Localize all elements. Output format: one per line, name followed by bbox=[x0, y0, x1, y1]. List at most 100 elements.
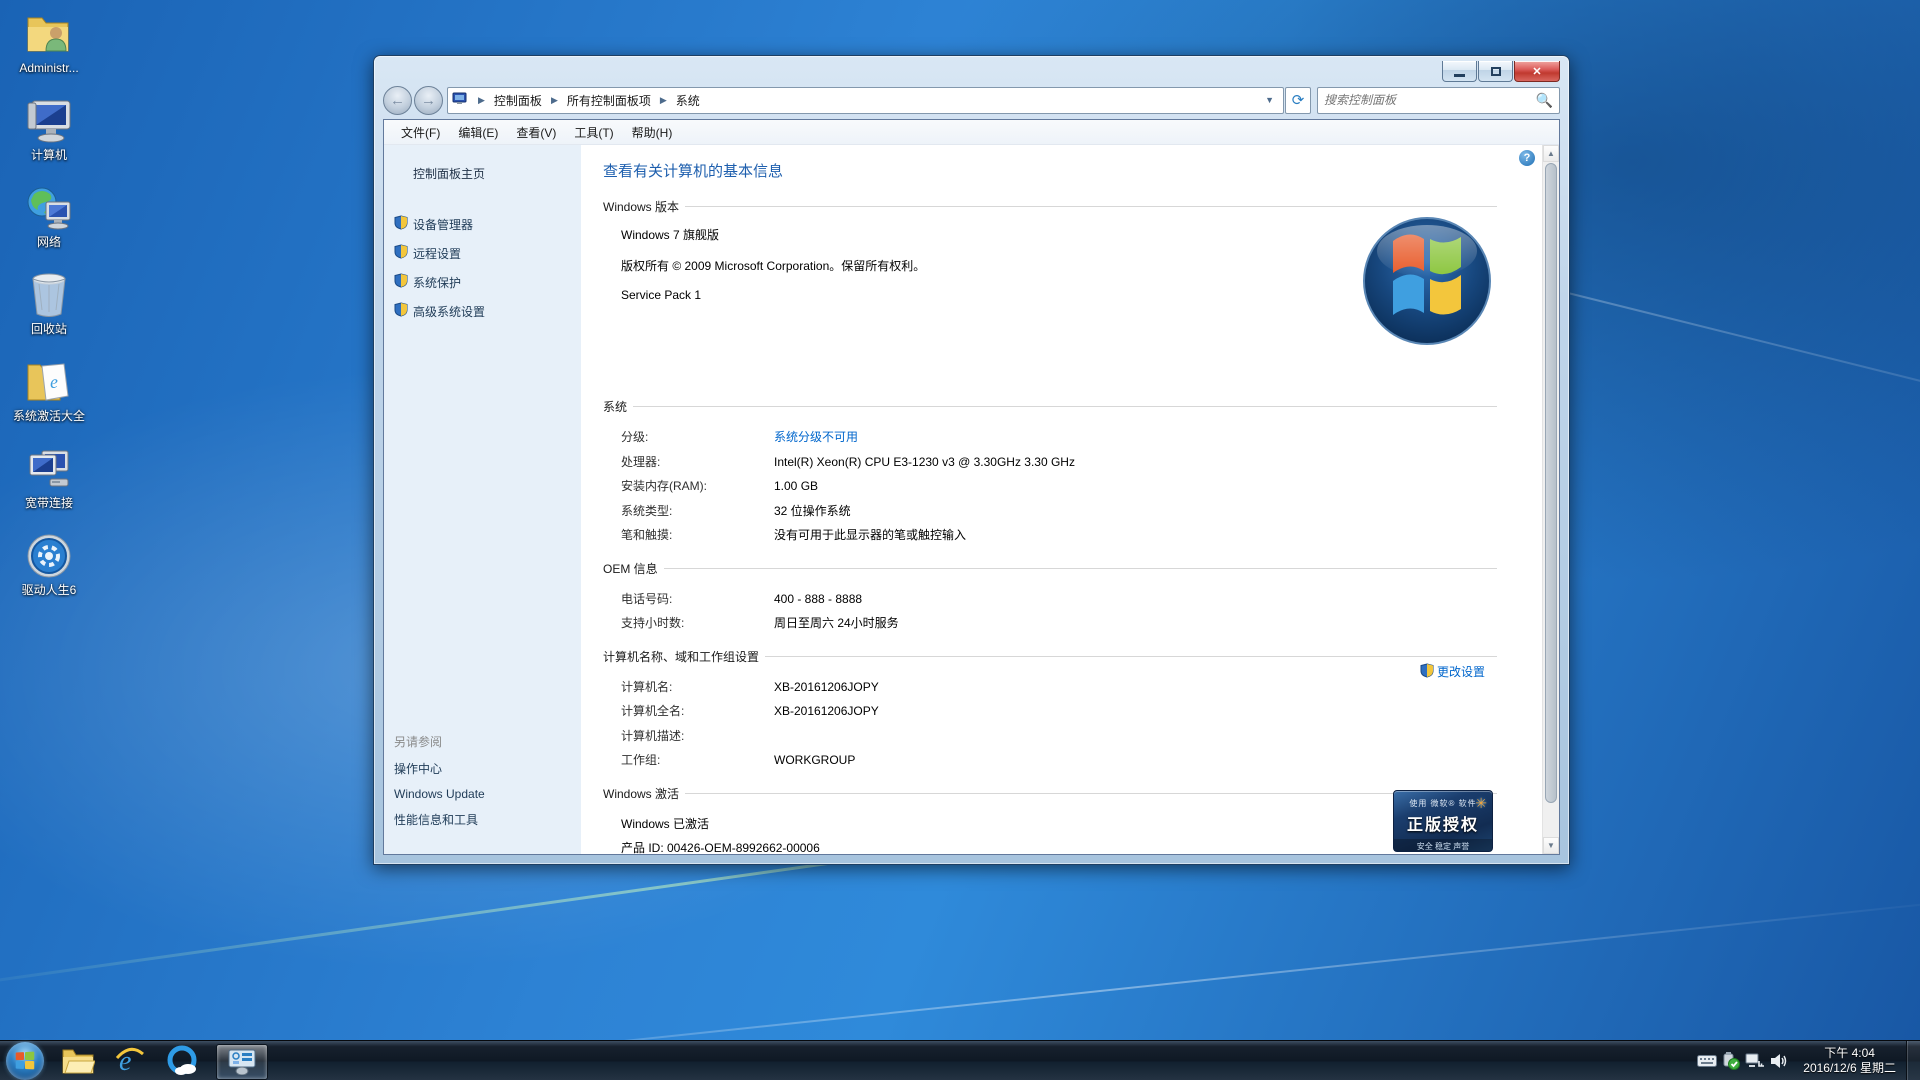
menu-edit[interactable]: 编辑(E) bbox=[449, 121, 507, 144]
desktop-icon-label: 计算机 bbox=[10, 148, 88, 162]
refresh-button[interactable]: ⟳ bbox=[1285, 87, 1311, 114]
taskbar: e 下午 4:04 2016/12/6 星 bbox=[0, 1040, 1920, 1080]
main-content: ? 查看有关计算机的基本信息 Windows 版本 Windows 7 旗舰版 … bbox=[581, 145, 1559, 854]
volume-icon[interactable] bbox=[1767, 1041, 1791, 1080]
address-bar[interactable]: ▶ 控制面板 ▶ 所有控制面板项 ▶ 系统 ▼ bbox=[447, 87, 1284, 114]
recycle-bin-icon bbox=[25, 271, 73, 319]
taskbar-explorer-button[interactable] bbox=[58, 1041, 98, 1080]
section-oem: OEM 信息 bbox=[603, 560, 1497, 577]
desktop-icon-administrator[interactable]: Administr... bbox=[10, 10, 88, 75]
sidebar-item-label: 高级系统设置 bbox=[413, 303, 485, 320]
breadcrumb-separator: ▶ bbox=[551, 95, 558, 106]
internet-explorer-icon: e bbox=[114, 1045, 146, 1077]
product-id: 产品 ID: 00426-OEM-8992662-00006 bbox=[621, 836, 1497, 854]
section-activation: Windows 激活 bbox=[603, 785, 1497, 802]
activation-status: Windows 已激活 bbox=[621, 812, 1497, 837]
desktop-icon-computer[interactable]: 计算机 bbox=[10, 97, 88, 162]
search-icon[interactable]: 🔍 bbox=[1536, 92, 1553, 109]
section-windows-version: Windows 版本 bbox=[603, 198, 1497, 215]
taskbar-clock[interactable]: 下午 4:04 2016/12/6 星期二 bbox=[1791, 1046, 1906, 1076]
info-row-system-type: 系统类型: 32 位操作系统 bbox=[621, 499, 1497, 524]
info-row-full-name: 计算机全名: XB-20161206JOPY bbox=[621, 699, 1497, 724]
desktop-icon-recycle-bin[interactable]: 回收站 bbox=[10, 271, 88, 336]
search-input[interactable] bbox=[1324, 93, 1536, 107]
section-computer-name: 计算机名称、域和工作组设置 bbox=[603, 648, 1497, 665]
info-row-computer-name: 计算机名: XB-20161206JOPY bbox=[621, 675, 1497, 700]
clock-date: 2016/12/6 星期二 bbox=[1803, 1061, 1896, 1076]
breadcrumb-all-items[interactable]: 所有控制面板项 bbox=[565, 90, 653, 111]
location-computer-icon bbox=[452, 92, 467, 108]
back-button[interactable]: ← bbox=[383, 86, 412, 115]
see-also-header: 另请参阅 bbox=[394, 733, 581, 750]
sidebar-item-label: 设备管理器 bbox=[413, 216, 473, 233]
desktop-icon-broadband[interactable]: 宽带连接 bbox=[10, 445, 88, 510]
sidebar-item-performance-tools[interactable]: 性能信息和工具 bbox=[394, 811, 581, 828]
info-row-pen-touch: 笔和触摸: 没有可用于此显示器的笔或触控输入 bbox=[621, 523, 1497, 548]
clock-time: 下午 4:04 bbox=[1803, 1046, 1896, 1061]
sidebar: 控制面板主页 设备管理器 远程设置 系统保护 bbox=[384, 145, 581, 854]
change-settings-link[interactable]: 更改设置 bbox=[1437, 663, 1485, 680]
menu-file[interactable]: 文件(F) bbox=[392, 121, 449, 144]
menu-view[interactable]: 查看(V) bbox=[507, 121, 565, 144]
sidebar-item-control-panel-home[interactable]: 控制面板主页 bbox=[413, 165, 581, 182]
taskbar-ie-button[interactable]: e bbox=[110, 1041, 150, 1080]
usb-device-icon[interactable] bbox=[1719, 1041, 1743, 1080]
desktop-icon-label: Administr... bbox=[10, 61, 88, 75]
sidebar-item-advanced-settings[interactable]: 高级系统设置 bbox=[394, 302, 581, 320]
taskbar-qq-browser-button[interactable] bbox=[162, 1041, 202, 1080]
svg-text:e: e bbox=[49, 372, 58, 392]
info-row-support-hours: 支持小时数: 周日至周六 24小时服务 bbox=[621, 611, 1497, 636]
info-row-rating: 分级: 系统分级不可用 bbox=[621, 425, 1497, 450]
info-row-description: 计算机描述: bbox=[621, 724, 1497, 749]
show-desktop-button[interactable] bbox=[1906, 1041, 1920, 1080]
desktop-icon-network[interactable]: 网络 bbox=[10, 184, 88, 249]
input-method-icon[interactable] bbox=[1695, 1041, 1719, 1080]
breadcrumb-separator: ▶ bbox=[660, 95, 667, 106]
rating-unavailable-link[interactable]: 系统分级不可用 bbox=[774, 425, 858, 450]
scrollbar-thumb[interactable] bbox=[1545, 163, 1557, 803]
address-dropdown-icon[interactable]: ▼ bbox=[1260, 95, 1279, 105]
driver-gear-icon bbox=[25, 532, 73, 580]
desktop-icon-activation-suite[interactable]: e 系统激活大全 bbox=[10, 358, 88, 423]
menu-bar: 文件(F) 编辑(E) 查看(V) 工具(T) 帮助(H) bbox=[384, 120, 1559, 145]
desktop-icon-driver-genius[interactable]: 驱动人生6 bbox=[10, 532, 88, 597]
forward-button[interactable]: → bbox=[414, 86, 443, 115]
system-window: ✕ ← → ▶ 控制面板 ▶ 所有控制面板项 ▶ 系统 ▼ ⟳ 🔍 bbox=[373, 55, 1570, 865]
uac-shield-icon bbox=[394, 302, 408, 320]
help-icon[interactable]: ? bbox=[1519, 150, 1535, 166]
qq-browser-icon bbox=[166, 1045, 198, 1077]
info-row-processor: 处理器: Intel(R) Xeon(R) CPU E3-1230 v3 @ 3… bbox=[621, 450, 1497, 475]
computer-icon bbox=[25, 97, 73, 145]
network-icon bbox=[25, 184, 73, 232]
sidebar-item-remote-settings[interactable]: 远程设置 bbox=[394, 244, 581, 262]
maximize-button[interactable] bbox=[1478, 61, 1513, 82]
desktop: Administr... 计算机 网络 回收站 e 系统激活大全 bbox=[0, 0, 1920, 1080]
desktop-icon-label: 回收站 bbox=[10, 322, 88, 336]
desktop-icon-label: 系统激活大全 bbox=[10, 409, 88, 423]
change-settings[interactable]: 更改设置 bbox=[1420, 663, 1485, 681]
network-status-icon[interactable] bbox=[1743, 1041, 1767, 1080]
menu-tools[interactable]: 工具(T) bbox=[565, 121, 622, 144]
sidebar-item-action-center[interactable]: 操作中心 bbox=[394, 760, 581, 777]
uac-shield-icon bbox=[1420, 663, 1434, 681]
menu-help[interactable]: 帮助(H) bbox=[623, 121, 682, 144]
info-row-workgroup: 工作组: WORKGROUP bbox=[621, 748, 1497, 773]
close-button[interactable]: ✕ bbox=[1514, 61, 1560, 82]
minimize-button[interactable] bbox=[1442, 61, 1477, 82]
sidebar-item-windows-update[interactable]: Windows Update bbox=[394, 787, 581, 801]
breadcrumb-control-panel[interactable]: 控制面板 bbox=[492, 90, 544, 111]
info-row-phone: 电话号码: 400 - 888 - 8888 bbox=[621, 587, 1497, 612]
scroll-up-icon[interactable]: ▲ bbox=[1543, 145, 1559, 162]
genuine-software-badge[interactable]: ✳ 使用 微软® 软件 正版授权 安全 稳定 声誉 bbox=[1393, 790, 1493, 852]
desktop-icon-label: 驱动人生6 bbox=[10, 583, 88, 597]
vertical-scrollbar[interactable]: ▲ ▼ bbox=[1542, 145, 1559, 854]
sidebar-item-device-manager[interactable]: 设备管理器 bbox=[394, 215, 581, 233]
breadcrumb-system[interactable]: 系统 bbox=[674, 90, 702, 111]
scroll-down-icon[interactable]: ▼ bbox=[1543, 837, 1559, 854]
sidebar-item-label: 远程设置 bbox=[413, 245, 461, 262]
start-button[interactable] bbox=[6, 1042, 44, 1080]
control-panel-icon bbox=[227, 1049, 257, 1075]
taskbar-control-panel-button[interactable] bbox=[216, 1044, 268, 1080]
sidebar-item-system-protection[interactable]: 系统保护 bbox=[394, 273, 581, 291]
search-box[interactable]: 🔍 bbox=[1317, 87, 1560, 114]
